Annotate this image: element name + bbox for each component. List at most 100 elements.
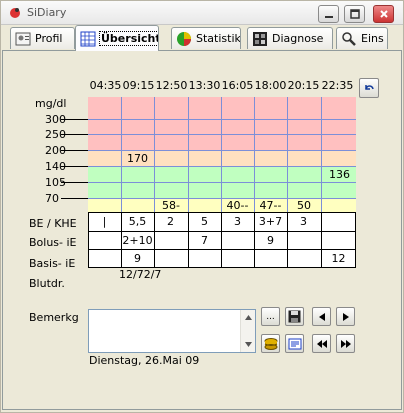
- y-tick: [61, 166, 88, 167]
- notes-scrollbar[interactable]: [240, 310, 255, 352]
- be-cell[interactable]: 2: [154, 215, 187, 228]
- y-tick: [61, 134, 88, 135]
- triangle-right-icon: [342, 312, 349, 321]
- time-header: 12:50: [155, 79, 188, 92]
- database-icon: [264, 337, 277, 350]
- be-label: BE / KHE: [29, 217, 77, 230]
- maximize-icon: [349, 9, 360, 19]
- window-title: SiDiary: [27, 6, 67, 19]
- y-tick: [61, 150, 88, 151]
- y-tick: [61, 198, 88, 199]
- y-axis-label: 250: [45, 128, 66, 141]
- high-band: [88, 97, 356, 151]
- grid-column-line: [221, 97, 222, 212]
- y-tick: [61, 119, 88, 120]
- grid-column-line: [154, 97, 155, 212]
- grid-column-line: [254, 97, 255, 212]
- bolus-cell[interactable]: 2+10: [121, 234, 154, 247]
- basis-cell[interactable]: 9: [121, 252, 154, 265]
- y-axis-label: 105: [45, 176, 66, 189]
- bolus-cell[interactable]: 9: [254, 234, 287, 247]
- bolus-cell[interactable]: 7: [188, 234, 221, 247]
- undo-button[interactable]: [359, 78, 379, 98]
- undo-icon: [365, 85, 374, 90]
- tab-statistik[interactable]: Statistik: [171, 27, 241, 49]
- print-preview-icon: [288, 338, 301, 349]
- be-cell[interactable]: 3+7: [254, 215, 287, 228]
- minimize-icon: [324, 16, 333, 18]
- profile-icon: [15, 32, 31, 45]
- be-cell[interactable]: |: [88, 215, 121, 228]
- time-header: 16:05: [221, 79, 254, 92]
- close-icon: [379, 10, 388, 18]
- column-line: [355, 212, 356, 268]
- grid-column-line: [321, 97, 322, 212]
- next-button[interactable]: [336, 307, 355, 326]
- double-left-icon: [316, 339, 327, 348]
- grid-column-line: [188, 97, 189, 212]
- notes-label: Bemerkg: [29, 311, 79, 324]
- table-icon: [80, 31, 96, 46]
- unit-label: mg/dl: [35, 97, 67, 110]
- be-cell[interactable]: 5,5: [121, 215, 154, 228]
- save-button[interactable]: [285, 307, 304, 326]
- low-value: 58-: [162, 199, 180, 212]
- y-axis-label: 300: [45, 113, 66, 126]
- ellipsis-button[interactable]: ...: [261, 307, 280, 326]
- close-button[interactable]: [373, 5, 394, 23]
- minimize-button[interactable]: [318, 5, 339, 23]
- print-preview-button[interactable]: [285, 334, 304, 353]
- previous-button[interactable]: [312, 307, 331, 326]
- y-axis-label: 140: [45, 160, 66, 173]
- glucose-grid[interactable]: 170 136 58- 40-- 47-- 50: [88, 97, 356, 212]
- time-header: 18:00: [254, 79, 287, 92]
- normal-band: [88, 167, 356, 199]
- glucose-value: 170: [127, 152, 148, 165]
- be-cell[interactable]: 3: [221, 215, 254, 228]
- tab-profil[interactable]: Profil: [10, 27, 75, 49]
- y-axis-label: 200: [45, 144, 66, 157]
- database-button[interactable]: [261, 334, 280, 353]
- blood-pressure-value[interactable]: 12/72/7: [119, 268, 161, 281]
- settings-icon: [342, 31, 356, 46]
- time-header: 09:15: [122, 79, 155, 92]
- bolus-label: Bolus- iE: [29, 236, 77, 249]
- previous-day-button[interactable]: [312, 334, 331, 353]
- y-axis-label: 70: [45, 192, 59, 205]
- triangle-left-icon: [318, 312, 325, 321]
- app-window: SiDiary Profil Übersicht Statistik Diagn…: [0, 0, 404, 413]
- y-tick: [61, 182, 88, 183]
- pie-chart-icon: [177, 31, 191, 46]
- row-line: [88, 249, 356, 250]
- tab-bar: Profil Übersicht Statistik Diagnose Eins: [1, 25, 403, 65]
- tab-einstellungen[interactable]: Eins: [336, 27, 388, 49]
- basis-cell[interactable]: 12: [322, 252, 355, 265]
- be-cell[interactable]: 5: [188, 215, 221, 228]
- grid-column-line: [287, 97, 288, 212]
- grid-line: [88, 134, 356, 135]
- time-header: 20:15: [287, 79, 320, 92]
- row-line: [88, 231, 356, 232]
- ellipsis-label: ...: [266, 311, 275, 322]
- grid-line: [88, 119, 356, 120]
- diagnosis-icon: [253, 31, 267, 46]
- double-right-icon: [340, 339, 351, 348]
- low-value: 40--: [226, 199, 249, 212]
- tab-diagnose[interactable]: Diagnose: [247, 27, 333, 49]
- grid-line: [88, 182, 356, 183]
- save-icon: [288, 310, 301, 323]
- low-value: 47--: [259, 199, 282, 212]
- maximize-button[interactable]: [344, 5, 365, 23]
- app-icon: [10, 8, 20, 18]
- basis-label: Basis- iE: [29, 257, 76, 270]
- grid-line: [88, 150, 356, 151]
- notes-textarea[interactable]: [88, 309, 256, 353]
- be-cell[interactable]: 3: [287, 215, 320, 228]
- next-day-button[interactable]: [336, 334, 355, 353]
- date-label: Dienstag, 26.Mai 09: [89, 354, 200, 367]
- tab-uebersicht[interactable]: Übersicht: [75, 25, 159, 51]
- grid-line: [88, 166, 356, 167]
- title-bar: SiDiary: [1, 1, 403, 25]
- blood-pressure-label: Blutdr.: [29, 277, 65, 290]
- entry-table[interactable]: | 5,5 2 5 3 3+7 3 2+10 7 9 9 12: [88, 212, 356, 268]
